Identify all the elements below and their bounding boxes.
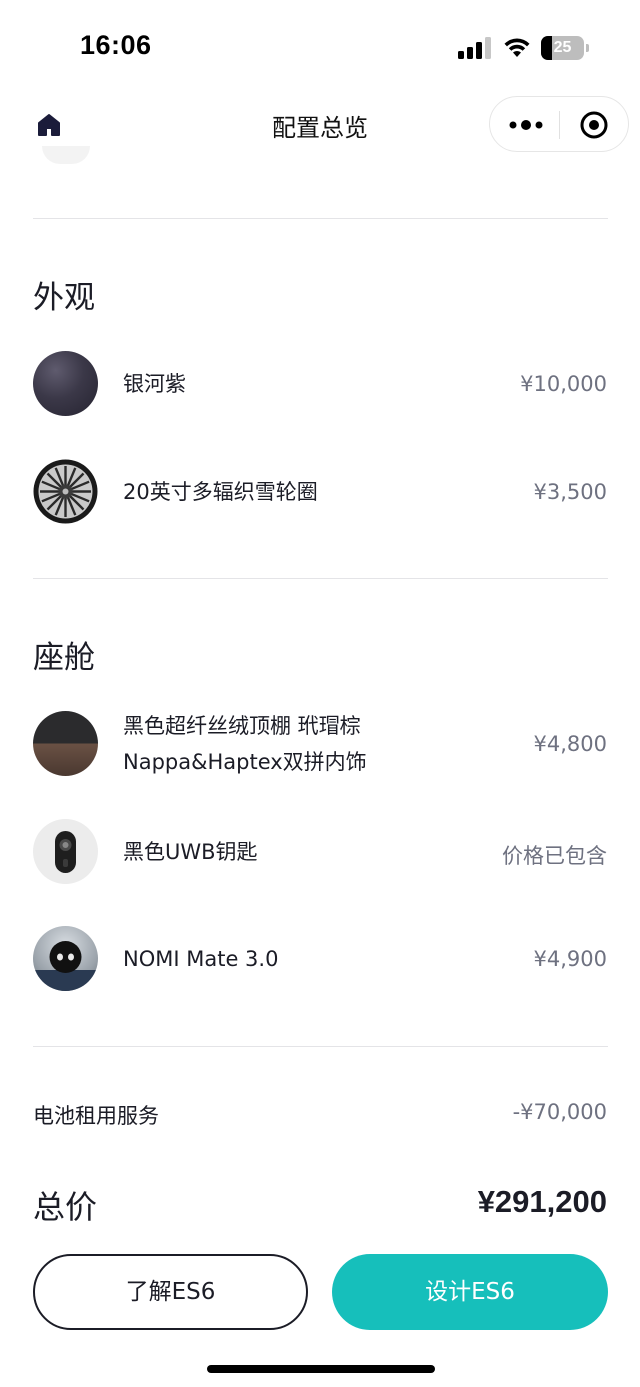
item-price: 价格已包含 <box>502 844 607 868</box>
nav-bar: 配置总览 <box>0 92 640 158</box>
wheel-image <box>33 459 98 524</box>
learn-es6-button[interactable]: 了解ES6 <box>33 1254 308 1330</box>
battery-icon: 25 <box>541 36 589 60</box>
signal-icon <box>458 37 491 59</box>
home-indicator <box>207 1365 435 1373</box>
item-name-line1: 黑色超纤丝绒顶棚 玳瑁棕 <box>123 714 361 738</box>
more-icon[interactable] <box>506 110 546 140</box>
previous-item-thumb <box>42 146 90 164</box>
item-name: NOMI Mate 3.0 <box>123 947 279 971</box>
section-title-cabin: 座舱 <box>33 640 95 676</box>
item-name: 20英寸多辐织雪轮圈 <box>123 480 318 504</box>
item-price: ¥10,000 <box>520 372 607 396</box>
status-time: 16:06 <box>80 30 152 60</box>
purple-paint-swatch <box>33 351 98 416</box>
key-image <box>33 819 98 884</box>
wifi-icon <box>504 38 530 57</box>
divider <box>33 1046 608 1047</box>
item-name-line2: Nappa&Haptex双拼内饰 <box>123 750 367 774</box>
section-title-exterior: 外观 <box>33 280 95 316</box>
design-es6-button[interactable]: 设计ES6 <box>332 1254 608 1330</box>
item-name: 银河紫 <box>123 372 186 396</box>
target-icon[interactable] <box>578 109 610 141</box>
interior-swatch <box>33 711 98 776</box>
mini-program-capsule <box>489 96 629 152</box>
battery-service-value: -¥70,000 <box>512 1100 607 1124</box>
battery-level: 25 <box>553 39 572 56</box>
total-label: 总价 <box>33 1188 98 1226</box>
total-price: ¥291,200 <box>477 1184 607 1219</box>
status-bar: 16:06 25 <box>0 0 640 92</box>
item-price: ¥4,800 <box>533 732 607 756</box>
item-name: 黑色UWB钥匙 <box>123 840 258 864</box>
item-price: ¥3,500 <box>533 480 607 504</box>
divider <box>33 578 608 579</box>
nomi-image <box>33 926 98 991</box>
battery-service-label: 电池租用服务 <box>33 1104 159 1128</box>
divider <box>33 218 608 219</box>
item-price: ¥4,900 <box>533 947 607 971</box>
